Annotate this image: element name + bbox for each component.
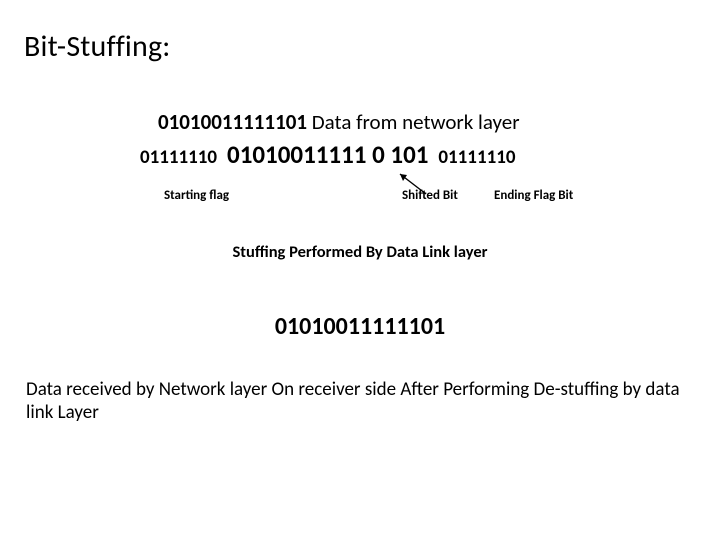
stuffed-data-bits: 01010011111 0 101 bbox=[223, 139, 432, 170]
destuffing-caption: Data received by Network layer On receiv… bbox=[24, 379, 696, 425]
network-layer-label: Data from network layer bbox=[307, 109, 520, 135]
ending-flag-label: Ending Flag Bit bbox=[494, 188, 573, 203]
ending-flag-bits: 01111110 bbox=[438, 146, 515, 169]
starting-flag-bits: 01111110 bbox=[140, 146, 217, 169]
network-layer-bits: 01010011111101 bbox=[158, 109, 307, 135]
labels-row: Starting flag Shifted Bit Ending Flag Bi… bbox=[24, 188, 696, 208]
destuffed-result-bits: 01010011111101 bbox=[24, 312, 696, 341]
page-title: Bit-Stuffing: bbox=[24, 28, 696, 65]
stuffed-frame-line: 01111110 01010011111 0 101 01111110 bbox=[24, 139, 696, 170]
slide: Bit-Stuffing: 01010011111101 Data from n… bbox=[0, 0, 720, 540]
network-layer-data-line: 01010011111101 Data from network layer bbox=[24, 109, 696, 135]
shifted-bit-label: Shifted Bit bbox=[402, 188, 458, 203]
starting-flag-label: Starting flag bbox=[164, 188, 229, 203]
stuffing-caption: Stuffing Performed By Data Link layer bbox=[24, 242, 696, 262]
